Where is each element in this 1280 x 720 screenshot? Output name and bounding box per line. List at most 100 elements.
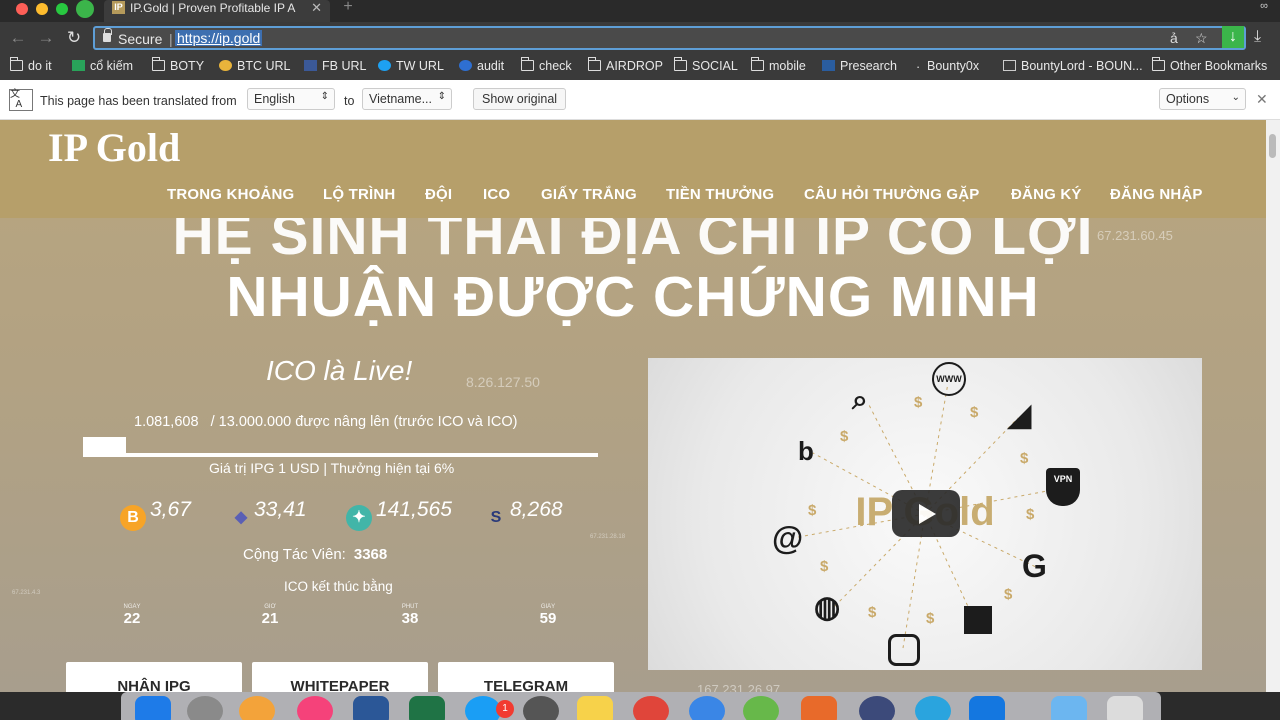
countdown-hours: GIỜ 21	[261, 604, 279, 627]
get-ipg-button[interactable]: NHẬN IPG	[66, 662, 242, 692]
extension-icon[interactable]	[76, 0, 94, 18]
word-icon[interactable]	[353, 696, 389, 720]
google-icon: G	[1022, 548, 1047, 584]
profile-icon[interactable]: ∞	[1260, 0, 1268, 12]
secure-label: Secure	[118, 31, 163, 47]
address-bar[interactable]: Secure | https://ip.gold ả ☆	[93, 26, 1246, 50]
bookmark-presearch[interactable]: Presearch	[822, 59, 897, 73]
ico-status: ICO là Live!	[266, 355, 413, 386]
hero-title-line2: NHUẬN ĐƯỢC CHỨNG MINH	[226, 265, 1040, 329]
affiliates-count: 3368	[353, 546, 388, 563]
waves-icon: S	[490, 509, 502, 526]
telegram-icon[interactable]	[915, 696, 951, 720]
bookmark-do-it[interactable]: do it	[10, 57, 52, 73]
system-preferences-icon[interactable]	[523, 696, 559, 720]
zoom-window-button[interactable]	[56, 3, 68, 15]
translate-icon: 文 A	[9, 89, 33, 111]
ico-ends-label: ICO kết thúc bằng	[284, 579, 393, 594]
whitepaper-button[interactable]: WHITEPAPER	[252, 662, 428, 692]
from-language-select[interactable]: English ⇕	[247, 88, 335, 110]
close-window-button[interactable]	[16, 3, 28, 15]
tab-close-icon[interactable]: ✕	[311, 0, 322, 16]
show-original-button[interactable]: Show original	[473, 88, 567, 110]
forward-icon[interactable]: →	[36, 28, 56, 48]
back-icon[interactable]: ←	[8, 28, 28, 48]
url-text[interactable]: https://ip.gold	[175, 30, 263, 46]
nav-roadmap[interactable]: LỘ TRÌNH	[323, 186, 395, 203]
options-select[interactable]: Options ⌄	[1159, 88, 1246, 110]
music-icon[interactable]	[297, 696, 333, 720]
dot-icon: ·	[916, 60, 921, 74]
nav-ico[interactable]: ICO	[483, 186, 510, 203]
bookmark-btc-url[interactable]: BTC URL	[219, 59, 290, 73]
downloads-folder-icon[interactable]	[1051, 696, 1087, 720]
bookmark-other[interactable]: Other Bookmarks	[1152, 57, 1267, 73]
folder-icon	[10, 57, 23, 71]
folder-icon	[521, 57, 534, 71]
folder-icon	[1152, 57, 1165, 71]
firefox-icon[interactable]	[801, 696, 837, 720]
site-logo[interactable]: IP Gold	[48, 124, 180, 171]
bookmark-boty[interactable]: BOTY	[152, 57, 204, 73]
bookmark-fb-url[interactable]: FB URL	[304, 59, 366, 73]
translate-icon[interactable]: ả	[1170, 30, 1178, 46]
play-button[interactable]	[892, 490, 960, 537]
excel-icon[interactable]	[409, 696, 445, 720]
launchpad-icon[interactable]	[187, 696, 223, 720]
globe-icon: ◍	[814, 591, 841, 624]
new-tab-button[interactable]: +	[338, 0, 358, 16]
download-extension-icon[interactable]: ↓	[1222, 26, 1244, 48]
bookmark-mobile[interactable]: mobile	[751, 57, 806, 73]
reload-icon[interactable]: ↻	[64, 28, 84, 48]
scrollbar-thumb[interactable]	[1269, 134, 1276, 158]
page-scrollbar[interactable]	[1266, 120, 1280, 692]
photos-icon[interactable]	[239, 696, 275, 720]
browser-toolbar: ← → ↻ Secure | https://ip.gold ả ☆ ↓ ⤓	[0, 22, 1280, 54]
bookmark-airdrop[interactable]: AIRDROP	[588, 57, 663, 73]
to-language-select[interactable]: Vietname... ⇕	[362, 88, 452, 110]
bookmark-check[interactable]: check	[521, 57, 572, 73]
download-icon[interactable]: ⤓	[1254, 28, 1261, 46]
bookmark-tw-url[interactable]: TW URL	[378, 59, 444, 73]
dollar-icon: $	[970, 404, 979, 421]
safari-icon[interactable]	[689, 696, 725, 720]
nav-register[interactable]: ĐĂNG KÝ	[1011, 186, 1082, 203]
finder-icon[interactable]	[135, 696, 171, 720]
telegram-button[interactable]: TELEGRAM	[438, 662, 614, 692]
bookmark-bountylord[interactable]: BountyLord - BOUN...	[1003, 59, 1143, 73]
bookmarks-bar: do it cổ kiếm BOTY BTC URL FB URL TW URL…	[0, 54, 1280, 80]
progress-track	[83, 453, 598, 457]
arrow-logo-icon: ◢	[1008, 399, 1032, 432]
close-icon[interactable]: ✕	[1256, 91, 1268, 108]
chrome-icon[interactable]	[633, 696, 669, 720]
nav-team[interactable]: ĐỘI	[425, 186, 452, 203]
nav-about[interactable]: TRONG KHOẢNG	[167, 186, 294, 203]
trash-icon[interactable]	[1107, 696, 1143, 720]
bitcoin-icon: B	[120, 505, 146, 531]
bookmark-co-kiem[interactable]: cổ kiếm	[72, 59, 133, 73]
app-icon[interactable]	[859, 696, 895, 720]
bookmark-audit[interactable]: audit	[459, 59, 504, 73]
dollar-icon: $	[1004, 586, 1013, 603]
coccoc-icon[interactable]	[743, 696, 779, 720]
zalo-icon[interactable]	[969, 696, 1005, 720]
nav-whitepaper[interactable]: GIẤY TRẮNG	[541, 186, 637, 203]
twitter-icon	[378, 60, 391, 71]
bookmark-bounty0x[interactable]: · Bounty0x	[916, 59, 979, 74]
raised-amount: 1.081,608 / 13.000.000 được nâng lên (tr…	[134, 414, 517, 430]
notification-badge: 1	[496, 700, 514, 718]
nav-bounty[interactable]: TIỀN THƯỞNG	[666, 186, 774, 203]
raised-target: / 13.000.000 được nâng lên (trước ICO và…	[210, 414, 518, 430]
video-player[interactable]: $ $ $ $ $ $ $ $ $ $ IP Gold ⌕ WWW ◢ b VP…	[648, 358, 1202, 670]
progress-fill	[83, 437, 126, 456]
nav-login[interactable]: ĐĂNG NHẬP	[1110, 186, 1203, 203]
minimize-window-button[interactable]	[36, 3, 48, 15]
browser-tab[interactable]: IP IP.Gold | Proven Profitable IP A ✕	[104, 0, 330, 22]
floating-ip: 67.231.28.18	[590, 534, 626, 540]
nav-faq[interactable]: CÂU HỎI THƯỜNG GẶP	[804, 186, 980, 203]
chevron-down-icon: ⌄	[1231, 92, 1240, 103]
notes-icon[interactable]	[577, 696, 613, 720]
bookmark-social[interactable]: SOCIAL	[674, 57, 738, 73]
star-icon[interactable]: ☆	[1195, 30, 1208, 47]
facebook-icon	[304, 60, 317, 71]
